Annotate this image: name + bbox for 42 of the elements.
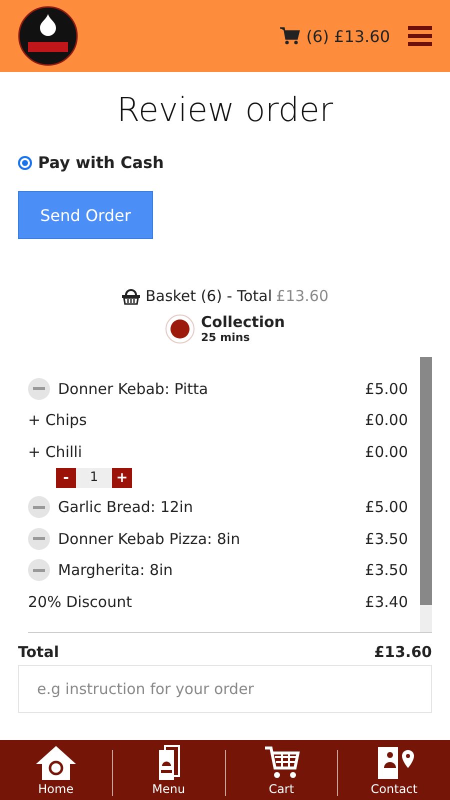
remove-button[interactable] <box>28 496 50 518</box>
total-value: £13.60 <box>374 643 432 661</box>
item-name: Garlic Bread: 12in <box>58 498 194 516</box>
item-price: £0.00 <box>365 442 408 461</box>
item-price: £5.00 <box>365 498 408 516</box>
nav-tab[interactable]: Cart <box>224 750 338 796</box>
collection-label: Collection <box>201 313 285 331</box>
increase-button[interactable]: + <box>112 468 132 488</box>
logo-drawing[interactable] <box>18 6 78 66</box>
quantity-field[interactable]: 1 <box>76 468 112 488</box>
basket-label: Basket (6) - Total <box>145 287 272 305</box>
item-price: £3.40 <box>365 592 408 611</box>
nav-tab[interactable]: Home <box>0 750 112 796</box>
remove-button[interactable] <box>28 378 50 400</box>
basket-total: £13.60 <box>276 287 329 305</box>
basket-icon <box>121 287 142 305</box>
radio-button[interactable] <box>18 156 32 170</box>
nav-tab[interactable]: Contact <box>337 750 450 796</box>
instructions-field[interactable]: e.g instruction for your order <box>18 665 432 713</box>
item-price: £5.00 <box>365 380 408 398</box>
item-name: Donner Kebab Pizza: 8in <box>58 530 242 548</box>
total-label: Total <box>18 643 59 661</box>
item-name: + Chips <box>28 411 88 430</box>
decrease-button[interactable]: - <box>56 468 76 488</box>
menu-icon[interactable] <box>408 26 432 46</box>
remove-button[interactable] <box>28 559 50 582</box>
scrollbar[interactable] <box>420 357 432 632</box>
remove-button[interactable] <box>28 528 50 550</box>
collection-time: 25 mins <box>201 331 251 344</box>
collection-icon <box>165 314 196 344</box>
nav-tab[interactable]: Menu <box>112 750 224 796</box>
item-price: £3.50 <box>365 530 408 548</box>
item-price: £3.50 <box>365 561 408 580</box>
item-price: £0.00 <box>365 411 408 430</box>
cart-icon[interactable] <box>280 27 300 45</box>
item-name: Donner Kebab: Pitta <box>58 380 210 398</box>
item-name: + Chilli <box>28 442 83 461</box>
payment-label: Pay with Cash <box>38 153 164 172</box>
item-name: 20% Discount <box>28 592 133 611</box>
page-title: Review order <box>116 90 334 129</box>
cart-summary[interactable]: (6) £13.60 <box>306 26 390 46</box>
item-name: Margherita: 8in <box>58 561 174 580</box>
